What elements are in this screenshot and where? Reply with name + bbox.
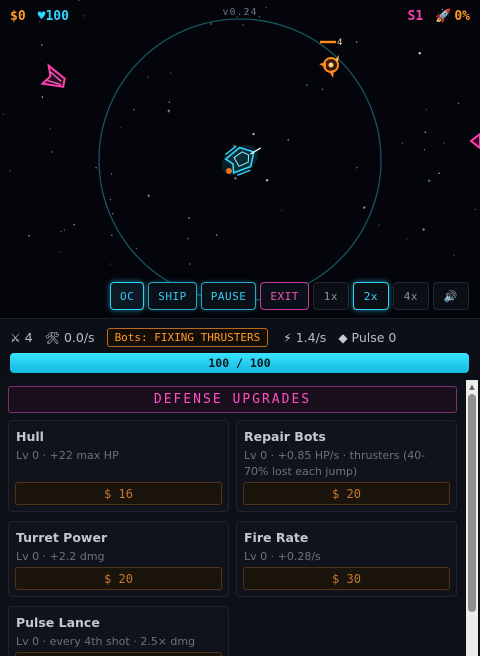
enemy-fighter-pink-edge (469, 132, 480, 150)
overclock-button[interactable]: OC (110, 282, 145, 310)
bots-status-badge: Bots: FIXING THRUSTERS (106, 328, 269, 347)
upgrade-card-turret-power: Turret Power Lv 0 · +2.2 dmg $ 20 (8, 521, 229, 597)
energy-rate-value: 1.4/s (295, 330, 327, 345)
buy-button[interactable] (15, 652, 222, 656)
enemy-fighter-pink (40, 63, 66, 88)
upgrade-name: Repair Bots (244, 429, 326, 444)
player-ship (221, 144, 262, 177)
kills-value: 4 (24, 330, 33, 345)
jump-progress: 🚀 0% (435, 9, 470, 24)
scroll-up-arrow-icon[interactable]: ▲ (466, 381, 478, 393)
upgrades-panel: DEFENSE UPGRADES Hull Lv 0 · +22 max HP … (0, 380, 480, 656)
tools-icon: 🛠 (44, 330, 60, 345)
status-bar: ⚔ 4 🛠 0.0/s Bots: FIXING THRUSTERS ⚡ 1.4… (0, 318, 480, 380)
upgrade-name: Turret Power (16, 530, 108, 545)
scrollbar-thumb[interactable] (468, 394, 476, 612)
upgrade-desc: Lv 0 · +2.2 dmg (16, 550, 105, 563)
hp-bar: 100 / 100 (10, 353, 469, 373)
panel-title: DEFENSE UPGRADES (8, 386, 457, 413)
speed-1x-button[interactable]: 1x (312, 282, 349, 310)
buy-button[interactable]: $ 30 (243, 567, 450, 590)
upgrade-card-hull: Hull Lv 0 · +22 max HP $ 16 (8, 420, 229, 512)
panel-scrollbar[interactable]: ▲ (466, 380, 478, 656)
sector-label: S1 (407, 9, 424, 24)
upgrade-card-pulse-lance: Pulse Lance Lv 0 · every 4th shot · 2.5×… (8, 606, 229, 656)
rocket-icon: 🚀 (435, 9, 452, 24)
buy-button[interactable]: $ 20 (15, 567, 222, 590)
upgrade-card-fire-rate: Fire Rate Lv 0 · +0.28/s $ 30 (236, 521, 457, 597)
upgrade-desc: Lv 0 · +22 max HP (16, 449, 119, 462)
buy-button[interactable]: $ 16 (15, 482, 222, 505)
exit-button[interactable]: EXIT (260, 282, 309, 310)
repair-rate-value: 0.0/s (63, 330, 95, 345)
jump-progress-value: 0% (454, 9, 470, 24)
upgrade-desc: Lv 0 · +0.85 HP/s · thrusters (40-70% lo… (244, 449, 426, 478)
pulse-stat: ◆ Pulse 0 (338, 330, 396, 345)
buy-button[interactable]: $ 20 (243, 482, 450, 505)
upgrade-name: Hull (16, 429, 44, 444)
pulse-value: Pulse 0 (351, 330, 397, 345)
diamond-icon: ◆ (338, 330, 348, 345)
repair-stat: 🛠 0.0/s (45, 330, 95, 345)
enemy-hp-label: 4 (337, 38, 342, 48)
lightning-icon: ⚡ (283, 330, 292, 345)
upgrade-desc: Lv 0 · +0.28/s (244, 550, 321, 563)
hud-progress: S1 🚀 0% (408, 9, 471, 24)
enemy-drone-orange: 4 (319, 38, 342, 78)
upgrade-name: Pulse Lance (16, 615, 100, 630)
upgrade-card-repair-bots: Repair Bots Lv 0 · +0.85 HP/s · thruster… (236, 420, 457, 512)
speed-4x-button[interactable]: 4x (392, 282, 429, 310)
hp-bar-text: 100 / 100 (208, 356, 271, 370)
speed-2x-button[interactable]: 2x (352, 282, 389, 310)
kills-stat: ⚔ 4 (10, 330, 33, 345)
upgrade-name: Fire Rate (244, 530, 309, 545)
game-viewport[interactable]: 4 $0 ♥100 v0.24 S1 🚀 0% OC SHIP PAUSE EX… (0, 0, 480, 318)
pause-button[interactable]: PAUSE (200, 282, 257, 310)
ship-button[interactable]: SHIP (148, 282, 197, 310)
speaker-icon[interactable]: 🔊 (432, 282, 469, 310)
energy-stat: ⚡ 1.4/s (283, 330, 326, 345)
battle-scene: 4 (40, 18, 480, 302)
crossed-swords-icon: ⚔ (10, 330, 21, 345)
game-controls: OC SHIP PAUSE EXIT 1x 2x 4x 🔊 (110, 282, 469, 310)
